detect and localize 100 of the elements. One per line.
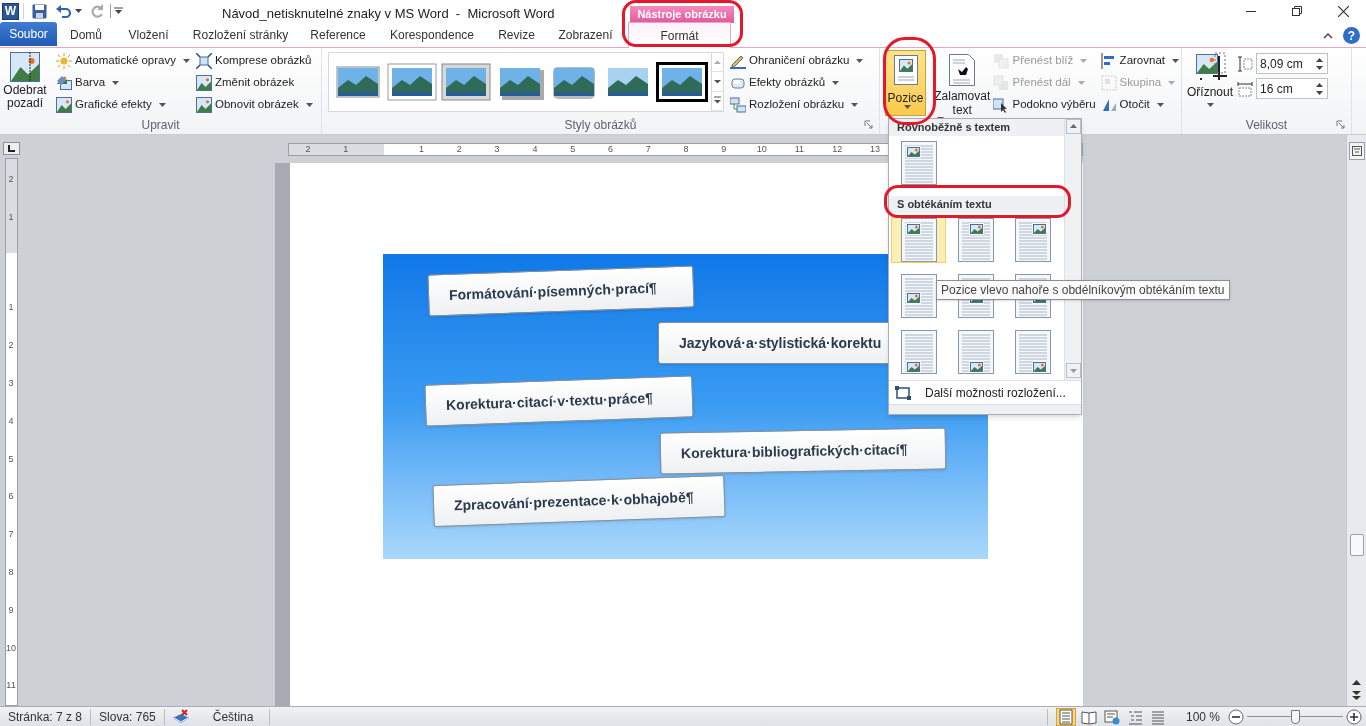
ruler-number: 1 (418, 143, 425, 155)
landscape-icon (656, 62, 708, 102)
spin-arrows-icon[interactable] (1316, 57, 1323, 70)
next-page-icon[interactable] (1352, 691, 1361, 700)
undo-icon[interactable] (56, 4, 72, 18)
command-button[interactable]: Rozložení obrázku (728, 94, 866, 116)
ribbon-tab[interactable]: Soubor (0, 22, 57, 46)
group-label: Velikost (1245, 117, 1288, 134)
spellcheck-icon[interactable] (171, 708, 190, 725)
ribbon-tab[interactable]: Reference (299, 23, 377, 47)
command-button[interactable]: Obnovit obrázek (194, 94, 315, 116)
landscape-icon (440, 62, 492, 102)
ruler-number: 12 (831, 143, 844, 155)
zoom-level[interactable]: 100 % (1185, 707, 1220, 726)
page-layout-icon (900, 141, 937, 185)
command-button[interactable]: Automatické opravy (54, 50, 192, 72)
ruler-number: 11 (6, 679, 16, 693)
group-icon (1100, 75, 1117, 91)
page-count[interactable]: Stránka: 7 z 8 (0, 707, 91, 726)
ribbon-tab[interactable]: Korespondence (377, 23, 487, 47)
picture-style-option[interactable] (655, 61, 709, 103)
save-icon[interactable] (32, 3, 47, 19)
zoom-in-icon[interactable] (1346, 708, 1362, 725)
ruler-number: 1 (8, 301, 14, 315)
position-button[interactable]: Pozice (885, 50, 926, 116)
close-icon (1337, 5, 1349, 17)
rotate-icon (1100, 97, 1117, 113)
section-header: S obtékáním textu (889, 196, 1064, 213)
scroll-up-icon[interactable] (1352, 679, 1361, 685)
ruler-number: 2 (8, 172, 14, 186)
layers-icon (993, 53, 1010, 69)
ruler-number: 10 (6, 641, 16, 655)
word-count[interactable]: Slova: 765 (91, 707, 164, 726)
spin-field[interactable]: 8,09 cm (1256, 53, 1328, 74)
zoom-out-icon[interactable] (1228, 708, 1244, 725)
crop-icon (1193, 52, 1227, 82)
ribbon-tab[interactable]: Rozložení stránky (182, 23, 299, 47)
customize-toolbar-icon[interactable] (114, 7, 123, 15)
landscape-icon (386, 62, 438, 102)
help-button[interactable]: ? (1343, 27, 1360, 44)
command-button[interactable]: Podokno výběru (991, 94, 1098, 116)
crop-button[interactable]: Oříznout (1185, 50, 1235, 114)
large-button[interactable]: Odebrat pozadí (0, 50, 50, 114)
scroll-up-icon[interactable] (1065, 119, 1081, 134)
scroll-banner: Zpracování·prezentace·k·obhajobě¶ (432, 474, 726, 528)
spin-field[interactable]: 16 cm (1256, 78, 1328, 99)
tab-selector-button[interactable] (2, 142, 20, 155)
resize-grip-bar[interactable] (889, 404, 1081, 414)
ribbon-tab[interactable]: Zobrazení (546, 23, 625, 47)
page-layout-icon (900, 218, 937, 262)
group-label: Upravit (141, 117, 180, 134)
language-indicator[interactable]: Čeština (196, 707, 270, 726)
position-option[interactable] (891, 217, 946, 263)
command-button[interactable]: Komprese obrázků (194, 50, 315, 72)
ruler-number: 2 (304, 143, 312, 155)
restore-icon (1292, 6, 1302, 16)
picture-icon (56, 97, 72, 113)
command-button[interactable]: Efekty obrázků (728, 72, 866, 94)
command-button[interactable]: Ohraničení obrázku (728, 50, 866, 72)
ruler-number: 5 (569, 143, 577, 155)
dialog-launcher-icon[interactable] (864, 120, 873, 129)
ribbon-tab[interactable]: Revize (487, 23, 546, 47)
picture-style-option[interactable] (385, 61, 439, 103)
ruler-number: 1 (8, 210, 14, 224)
scrollbar-thumb[interactable] (1349, 534, 1364, 556)
ruler-toggle-button[interactable] (1348, 142, 1365, 160)
ruler-number: 8 (682, 143, 690, 155)
collapse-ribbon-icon[interactable] (1323, 32, 1333, 39)
zoom-slider[interactable] (1247, 708, 1343, 725)
ruler-number: 4 (8, 414, 14, 428)
picture-icon (196, 75, 212, 91)
app-logo[interactable]: W (2, 2, 19, 20)
vertical-scrollbar[interactable] (1346, 135, 1366, 706)
command-button[interactable]: Zarovnat (1098, 50, 1181, 72)
effects-icon (730, 75, 746, 91)
command-button[interactable]: Změnit obrázek (194, 72, 315, 94)
page-icon (949, 54, 976, 86)
command-button[interactable]: Barva (54, 72, 192, 94)
compress-icon (196, 53, 212, 69)
caret-icon[interactable] (75, 9, 82, 13)
scroll-banner: Korektura·citací·v·textu·práce¶ (424, 375, 694, 427)
width-icon (1237, 80, 1253, 97)
spin-arrows-icon[interactable] (1316, 82, 1323, 95)
page-layout-icon (957, 330, 994, 374)
slider-thumb[interactable] (1291, 709, 1300, 724)
view-button[interactable] (1101, 707, 1122, 726)
command-button[interactable]: Grafické efekty (54, 94, 192, 116)
ruler-number: 6 (606, 143, 614, 155)
ruler-number: 4 (531, 143, 539, 155)
page-layout-icon (957, 218, 994, 262)
ribbon-tab[interactable]: Vložení (115, 23, 182, 47)
ruler-number: 5 (8, 452, 14, 466)
tab-stop-icon (7, 144, 15, 152)
ruler-number: 7 (644, 143, 652, 155)
view-button[interactable] (1055, 707, 1076, 726)
picture-style-option[interactable] (439, 61, 493, 103)
ruler-number: 8 (8, 565, 14, 579)
command-button[interactable]: Otočit (1098, 94, 1181, 116)
dialog-launcher-icon[interactable] (1336, 120, 1345, 129)
ribbon-tab[interactable]: Domů (57, 23, 115, 47)
